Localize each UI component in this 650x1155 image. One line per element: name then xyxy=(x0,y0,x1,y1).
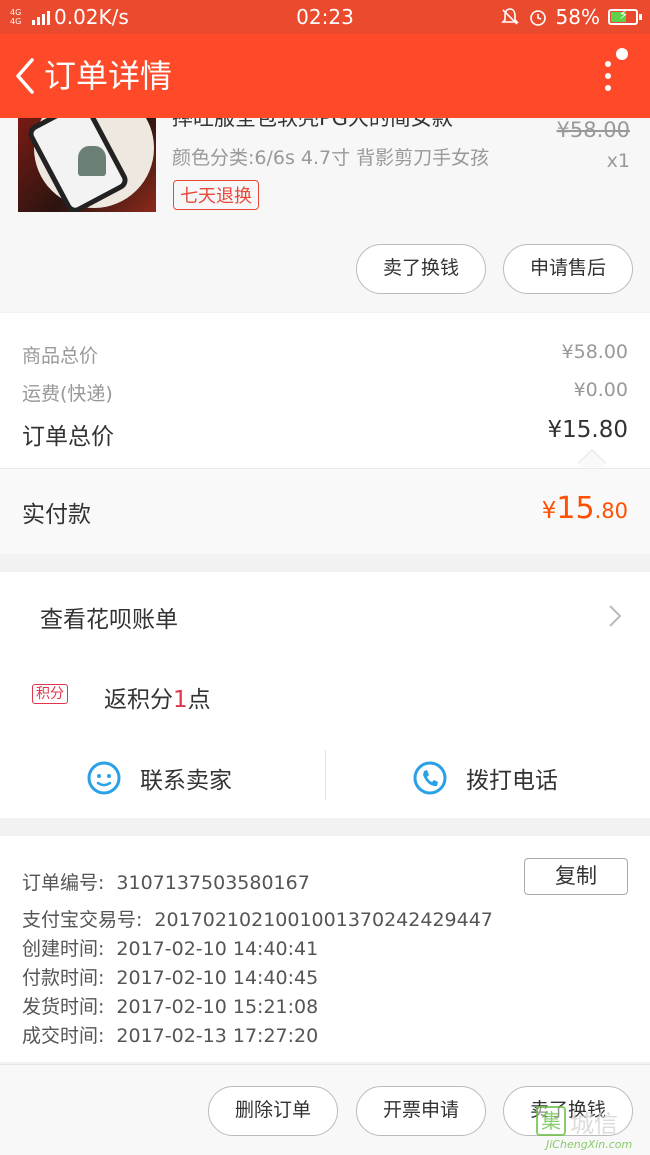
watermark: 集 城信 JiChengXin.com xyxy=(530,1098,650,1155)
actual-paid-row: 实付款 ¥15.80 xyxy=(0,468,650,554)
copy-button[interactable]: 复制 xyxy=(524,858,628,895)
product-thumbnail[interactable] xyxy=(18,118,156,212)
contact-seller-button[interactable]: 联系卖家 xyxy=(86,748,232,808)
after-sale-button[interactable]: 申请售后 xyxy=(503,244,633,294)
shipped-time: 2017-02-10 15:21:08 xyxy=(116,996,319,1018)
price-summary: 商品总价 ¥58.00 运费(快递) ¥0.00 订单总价 ¥15.80 xyxy=(0,313,650,478)
delete-order-button[interactable]: 删除订单 xyxy=(208,1086,338,1136)
goods-total-value: ¥58.00 xyxy=(561,341,628,363)
watermark-logo: 集 xyxy=(536,1106,566,1136)
shipping-row: 运费(快递) ¥0.00 xyxy=(22,379,628,406)
chat-icon xyxy=(87,761,121,795)
points-reward: 返积分1点 xyxy=(104,680,211,714)
alipay-trade-number: 2017021021001001370242429447 xyxy=(154,909,493,931)
actual-paid-amount: ¥15.80 xyxy=(542,491,628,526)
completed-time: 2017-02-13 17:27:20 xyxy=(116,1025,319,1047)
watermark-url: JiChengXin.com xyxy=(546,1138,633,1151)
info-label: 成交时间: xyxy=(22,1025,105,1047)
points-suffix: 点 xyxy=(187,687,211,713)
created-time: 2017-02-10 14:40:41 xyxy=(116,938,319,960)
phone-icon xyxy=(413,761,447,795)
order-info: 订单编号: 3107137503580167 复制 支付宝交易号: 20170210… xyxy=(0,836,650,1062)
seven-day-return-tag: 七天退换 xyxy=(173,180,259,210)
huabei-bill-link[interactable]: 查看花呗账单 xyxy=(40,600,178,634)
bell-off-icon xyxy=(500,8,519,25)
sell-for-cash-button[interactable]: 卖了换钱 xyxy=(356,244,486,294)
order-total-label: 订单总价 xyxy=(22,424,114,450)
chevron-right-icon[interactable] xyxy=(608,604,622,628)
call-phone-button[interactable]: 拨打电话 xyxy=(412,748,558,808)
paid-time-line: 付款时间: 2017-02-10 14:40:45 xyxy=(22,963,318,990)
contact-seller-label: 联系卖家 xyxy=(140,768,232,794)
info-label: 付款时间: xyxy=(22,967,105,989)
info-label: 支付宝交易号: xyxy=(22,909,143,931)
paid-decimal: .80 xyxy=(594,499,628,523)
created-time-line: 创建时间: 2017-02-10 14:40:41 xyxy=(22,934,318,961)
back-arrow-icon[interactable] xyxy=(10,56,40,96)
info-label: 发货时间: xyxy=(22,996,105,1018)
page-title: 订单详情 xyxy=(44,57,173,95)
battery-percent: 58% xyxy=(555,5,600,29)
info-label: 订单编号: xyxy=(22,872,105,894)
header: 订单详情 xyxy=(0,34,650,118)
quantity: x1 xyxy=(606,150,630,172)
shipped-time-line: 发货时间: 2017-02-10 15:21:08 xyxy=(22,992,318,1019)
paid-integer: 15 xyxy=(556,491,595,526)
product-card[interactable]: 摔旺服全包软壳PG大的简女款 颜色分类:6/6s 4.7寸 背影剪刀手女孩 七天… xyxy=(0,118,650,312)
status-bar: 4G 4G 0.02K/s 02:23 58% ⚡ xyxy=(0,0,650,34)
alipay-trade-line: 支付宝交易号: 2017021021001001370242429447 xyxy=(22,905,493,932)
order-total-value: ¥15.80 xyxy=(547,417,628,443)
shipping-label: 运费(快递) xyxy=(22,383,113,405)
service-section: 查看花呗账单 积分 返积分1点 联系卖家 拨打电话 xyxy=(0,572,650,818)
order-total-row: 订单总价 ¥15.80 xyxy=(22,417,628,451)
paid-currency: ¥ xyxy=(541,498,557,524)
points-badge: 积分 xyxy=(32,684,68,704)
battery-icon: ⚡ xyxy=(608,8,642,25)
points-number: 1 xyxy=(173,687,188,713)
shipping-value: ¥0.00 xyxy=(573,379,628,401)
status-right: 58% ⚡ xyxy=(500,5,642,29)
more-menu-icon[interactable] xyxy=(598,46,628,106)
goods-total-row: 商品总价 ¥58.00 xyxy=(22,341,628,368)
product-title[interactable]: 摔旺服全包软壳PG大的简女款 xyxy=(172,118,453,132)
divider xyxy=(325,750,326,800)
actual-paid-label: 实付款 xyxy=(22,502,91,528)
paid-time: 2017-02-10 14:40:45 xyxy=(116,967,319,989)
original-price: ¥58.00 xyxy=(556,118,630,142)
product-spec: 颜色分类:6/6s 4.7寸 背影剪刀手女孩 xyxy=(172,147,490,169)
order-number: 3107137503580167 xyxy=(116,872,310,894)
alarm-icon xyxy=(529,10,546,26)
goods-total-label: 商品总价 xyxy=(22,345,99,367)
call-phone-label: 拨打电话 xyxy=(466,768,558,794)
completed-time-line: 成交时间: 2017-02-13 17:27:20 xyxy=(22,1021,318,1048)
order-number-line: 订单编号: 3107137503580167 xyxy=(22,868,310,895)
invoice-request-button[interactable]: 开票申请 xyxy=(356,1086,486,1136)
watermark-text: 城信 xyxy=(570,1110,618,1138)
info-label: 创建时间: xyxy=(22,938,105,960)
points-prefix: 返积分 xyxy=(104,687,173,713)
